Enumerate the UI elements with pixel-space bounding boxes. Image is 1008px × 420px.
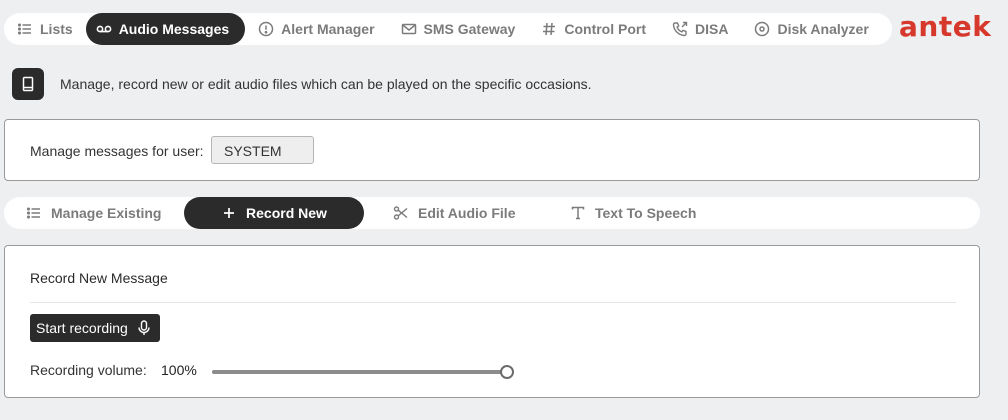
hash-icon bbox=[541, 21, 557, 37]
recording-volume-slider[interactable] bbox=[212, 365, 514, 379]
antek-logo: antek bbox=[899, 10, 992, 43]
text-icon bbox=[570, 205, 586, 221]
tab-text-to-speech[interactable]: Text To Speech bbox=[570, 197, 696, 229]
nav-item-alert-manager[interactable]: Alert Manager bbox=[245, 13, 387, 45]
disc-icon bbox=[754, 21, 770, 37]
slider-thumb[interactable] bbox=[500, 365, 514, 379]
recording-volume-value: 100% bbox=[161, 362, 197, 378]
nav-item-control-port[interactable]: Control Port bbox=[528, 13, 659, 45]
tab-label: Edit Audio File bbox=[418, 205, 516, 221]
nav-item-disk-analyzer[interactable]: Disk Analyzer bbox=[741, 13, 881, 45]
alert-circle-icon bbox=[258, 21, 274, 37]
section-title: Record New Message bbox=[30, 270, 168, 286]
page-description: Manage, record new or edit audio files w… bbox=[60, 76, 592, 92]
tablet-icon bbox=[12, 68, 44, 100]
nav-item-label: Control Port bbox=[564, 21, 647, 37]
phone-forward-icon bbox=[672, 21, 688, 37]
tab-record-new[interactable]: Record New bbox=[184, 197, 364, 229]
nav-item-lists[interactable]: Lists bbox=[4, 13, 86, 45]
mail-icon bbox=[401, 21, 417, 37]
nav-item-label: SMS Gateway bbox=[423, 21, 516, 37]
microphone-icon bbox=[137, 320, 151, 336]
top-navigation: Lists Audio Messages Alert Manager SMS G… bbox=[4, 13, 892, 45]
slider-fill bbox=[212, 370, 507, 374]
nav-item-label: DISA bbox=[695, 21, 729, 37]
list-icon bbox=[26, 205, 42, 221]
recording-volume-label: Recording volume: bbox=[30, 362, 147, 378]
divider bbox=[30, 302, 956, 303]
user-select-field[interactable]: SYSTEM bbox=[211, 136, 314, 164]
scissors-icon bbox=[393, 205, 409, 221]
nav-item-audio-messages[interactable]: Audio Messages bbox=[85, 13, 246, 45]
nav-item-sms-gateway[interactable]: SMS Gateway bbox=[388, 13, 529, 45]
nav-item-label: Lists bbox=[40, 21, 73, 37]
tab-edit-audio-file[interactable]: Edit Audio File bbox=[393, 197, 515, 229]
nav-item-label: Disk Analyzer bbox=[777, 21, 869, 37]
record-panel: Record New Message Start recording Recor… bbox=[4, 245, 980, 398]
nav-item-label: Alert Manager bbox=[281, 21, 375, 37]
list-icon bbox=[17, 21, 33, 37]
start-recording-label: Start recording bbox=[36, 320, 128, 336]
tab-manage-existing[interactable]: Manage Existing bbox=[26, 197, 161, 229]
start-recording-button[interactable]: Start recording bbox=[30, 314, 160, 342]
plus-icon bbox=[221, 205, 237, 221]
tab-label: Manage Existing bbox=[51, 205, 162, 221]
nav-item-label: Audio Messages bbox=[118, 21, 230, 37]
tab-label: Record New bbox=[246, 205, 327, 221]
user-panel: Manage messages for user: SYSTEM bbox=[4, 119, 980, 181]
sub-tabs: Manage Existing Record New Edit Audio Fi… bbox=[4, 197, 980, 229]
user-label: Manage messages for user: bbox=[30, 143, 204, 159]
voicemail-icon bbox=[96, 21, 112, 37]
tab-label: Text To Speech bbox=[595, 205, 697, 221]
nav-item-disa[interactable]: DISA bbox=[659, 13, 741, 45]
nav-item-cf[interactable]: CF bbox=[882, 13, 892, 45]
